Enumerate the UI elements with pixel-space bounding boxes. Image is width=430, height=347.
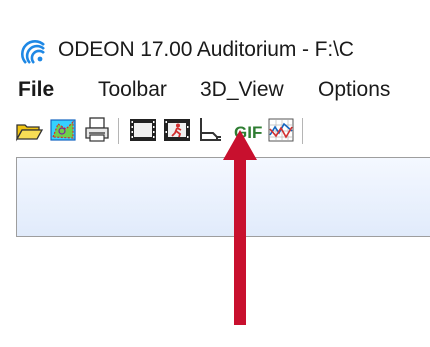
gif-icon[interactable]: GIF — [232, 115, 262, 145]
animation-figure-icon[interactable] — [162, 115, 192, 145]
open-folder-icon[interactable] — [14, 115, 44, 145]
menu-bar: File Toolbar 3D_View Options — [0, 78, 430, 108]
room-model-icon[interactable] — [48, 115, 78, 145]
title-bar: ODEON 17.00 Auditorium - F:\C — [0, 0, 430, 80]
toolbar-separator — [118, 118, 119, 144]
view-pane — [16, 157, 430, 237]
graph-icon[interactable] — [266, 115, 296, 145]
film-icon[interactable] — [128, 115, 158, 145]
menu-options[interactable]: Options — [318, 78, 390, 102]
window-title: ODEON 17.00 Auditorium - F:\C — [58, 38, 354, 61]
toolbar-separator — [302, 118, 303, 144]
menu-file[interactable]: File — [18, 78, 54, 102]
print-icon[interactable] — [82, 115, 112, 145]
chair-icon[interactable] — [196, 115, 226, 145]
svg-text:GIF: GIF — [234, 123, 262, 142]
odeon-logo-icon — [21, 40, 45, 64]
menu-3d-view[interactable]: 3D_View — [200, 78, 284, 102]
toolbar: GIF — [0, 112, 430, 148]
menu-toolbar[interactable]: Toolbar — [98, 78, 167, 102]
